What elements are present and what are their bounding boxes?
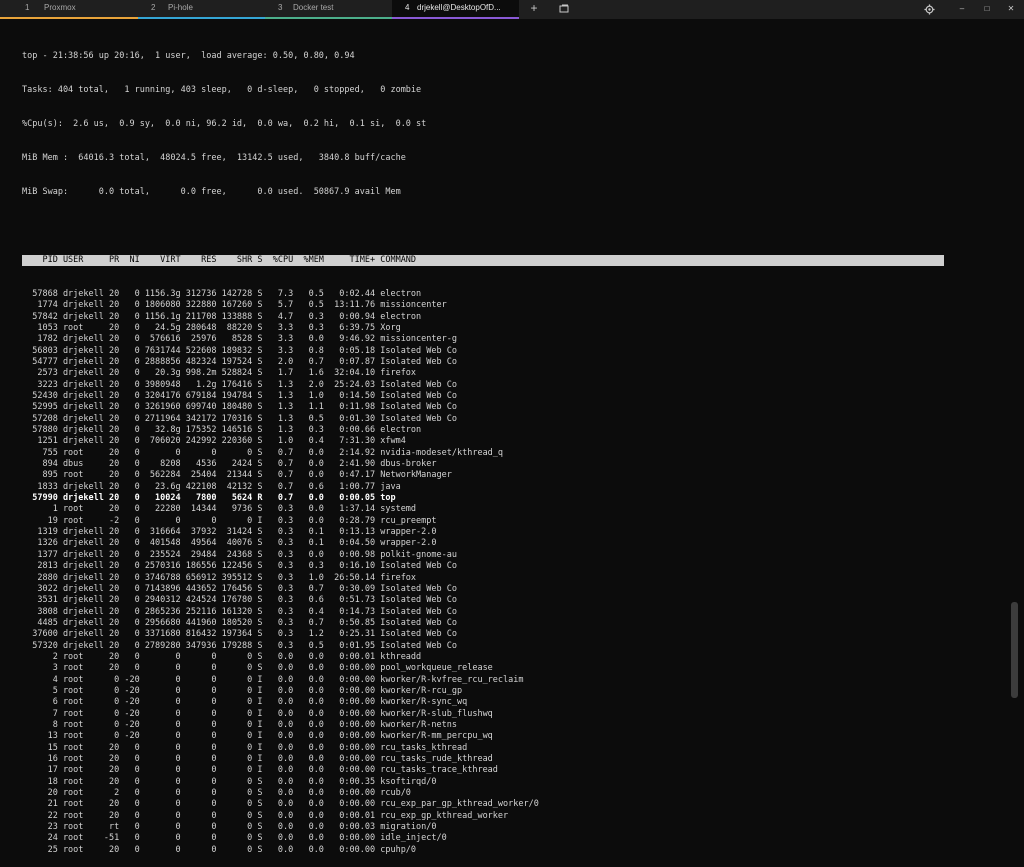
table-row: 3531 drjekell 20 0 2940312 424524 176780… — [22, 595, 457, 606]
table-row: 57208 drjekell 20 0 2711964 342172 17031… — [22, 413, 457, 424]
menu-icon — [559, 4, 569, 13]
maximize-button[interactable]: □ — [977, 0, 997, 19]
table-row: 1 root 20 0 22280 14344 9736 S 0.3 0.0 1… — [22, 504, 417, 515]
table-row: 52430 drjekell 20 0 3204176 679184 19478… — [22, 391, 457, 401]
table-row: 4 root 0 -20 0 0 0 I 0.0 0.0 0:00.00 kwo… — [22, 674, 524, 685]
tab-number: 1 — [25, 3, 30, 12]
tab-title: drjekell@DesktopOfD... — [417, 3, 501, 12]
tab-proxmox[interactable]: 1 Proxmox — [0, 0, 138, 19]
tab-color-bar — [392, 17, 519, 19]
tab-desktop-session[interactable]: 4 drjekell@DesktopOfD... — [392, 0, 519, 19]
table-row: 22 root 20 0 0 0 0 S 0.0 0.0 0:00.01 rcu… — [22, 810, 509, 821]
table-row: 2 root 20 0 0 0 0 S 0.0 0.0 0:00.01 kthr… — [22, 651, 422, 662]
table-row: 1377 drjekell 20 0 235524 29484 24368 S … — [22, 549, 457, 560]
maximize-icon: □ — [984, 4, 990, 13]
table-row: 7 root 0 -20 0 0 0 I 0.0 0.0 0:00.00 kwo… — [22, 708, 493, 719]
table-row: 19 root -2 0 0 0 0 I 0.3 0.0 0:28.79 rcu… — [22, 515, 437, 526]
tab-title: Proxmox — [44, 3, 76, 12]
tab-color-bar — [0, 17, 138, 19]
close-button[interactable]: ✕ — [1001, 0, 1021, 19]
table-row: 20 root 2 0 0 0 0 S 0.0 0.0 0:00.00 rcub… — [22, 788, 411, 799]
tab-number: 4 — [405, 3, 410, 12]
table-row: 54777 drjekell 20 0 2888856 482324 19752… — [22, 356, 457, 367]
tab-pihole[interactable]: 2 Pi-hole — [138, 0, 265, 19]
tab-number: 2 — [151, 3, 156, 12]
table-row: 57320 drjekell 20 0 2789280 347936 17928… — [22, 640, 457, 651]
table-row: 25 root 20 0 0 0 0 S 0.0 0.0 0:00.00 cpu… — [22, 844, 417, 855]
table-row: 56803 drjekell 20 0 7631744 522608 18983… — [22, 345, 457, 356]
table-row: 1319 drjekell 20 0 316664 37932 31424 S … — [22, 527, 437, 538]
table-row: 3 root 20 0 0 0 0 S 0.0 0.0 0:00.00 pool… — [22, 663, 493, 674]
uptime-line: top - 21:38:56 up 20:16, 1 user, load av… — [22, 50, 355, 61]
table-row: 8 root 0 -20 0 0 0 I 0.0 0.0 0:00.00 kwo… — [22, 719, 457, 730]
table-row: 17 root 20 0 0 0 0 I 0.0 0.0 0:00.00 rcu… — [22, 765, 498, 776]
table-row: 2573 drjekell 20 0 20.3g 998.2m 528824 S… — [22, 368, 417, 379]
tab-color-bar — [138, 17, 265, 19]
table-row: 57990 drjekell 20 0 10024 7800 5624 R 0.… — [22, 493, 396, 504]
table-row: 1326 drjekell 20 0 401548 49564 40076 S … — [22, 538, 437, 549]
table-row: 3808 drjekell 20 0 2865236 252116 161320… — [22, 606, 457, 617]
table-row: 3223 drjekell 20 0 3980948 1.2g 176416 S… — [22, 379, 457, 390]
table-row: 16 root 20 0 0 0 0 I 0.0 0.0 0:00.00 rcu… — [22, 754, 493, 764]
table-row: 57880 drjekell 20 0 32.8g 175352 146516 … — [22, 425, 422, 436]
table-row: 57868 drjekell 20 0 1156.3g 312736 14272… — [22, 288, 422, 299]
process-table-header: PID USER PR NI VIRT RES SHR S %CPU %MEM … — [22, 254, 944, 267]
table-row: 18 root 20 0 0 0 0 S 0.0 0.0 0:00.35 kso… — [22, 776, 437, 787]
table-row: 52995 drjekell 20 0 3261960 699740 18048… — [22, 402, 457, 413]
process-table: 57868 drjekell 20 0 1156.3g 312736 14272… — [22, 289, 944, 856]
table-row: 24 root -51 0 0 0 0 S 0.0 0.0 0:00.00 id… — [22, 833, 447, 844]
table-row: 57842 drjekell 20 0 1156.1g 211708 13388… — [22, 311, 422, 322]
tab-color-bar — [265, 17, 392, 19]
tab-title: Docker test — [293, 3, 334, 12]
table-row: 5 root 0 -20 0 0 0 I 0.0 0.0 0:00.00 kwo… — [22, 685, 463, 696]
terminal-output[interactable]: top - 21:38:56 up 20:16, 1 user, load av… — [22, 28, 944, 867]
cpu-line: %Cpu(s): 2.6 us, 0.9 sy, 0.0 ni, 96.2 id… — [22, 118, 427, 129]
table-row: 37600 drjekell 20 0 3371680 816432 19736… — [22, 629, 457, 640]
table-row: 2813 drjekell 20 0 2570316 186556 122456… — [22, 561, 457, 572]
table-row: 1053 root 20 0 24.5g 280648 88220 S 3.3 … — [22, 322, 401, 333]
table-row: 15 root 20 0 0 0 0 I 0.0 0.0 0:00.00 rcu… — [22, 742, 468, 753]
table-row: 6 root 0 -20 0 0 0 I 0.0 0.0 0:00.00 kwo… — [22, 697, 468, 708]
table-row: 894 dbus 20 0 8208 4536 2424 S 0.7 0.0 2… — [22, 459, 437, 470]
new-tab-button[interactable]: + — [526, 0, 542, 19]
table-row: 1833 drjekell 20 0 23.6g 422108 42132 S … — [22, 481, 401, 492]
table-row: 1774 drjekell 20 0 1806080 322880 167260… — [22, 300, 447, 311]
tasks-line: Tasks: 404 total, 1 running, 403 sleep, … — [22, 84, 422, 95]
table-row: 13 root 0 -20 0 0 0 I 0.0 0.0 0:00.00 kw… — [22, 731, 493, 742]
tab-docker-test[interactable]: 3 Docker test — [265, 0, 392, 19]
scrollbar-thumb[interactable] — [1011, 602, 1018, 698]
table-row: 1782 drjekell 20 0 576616 25976 8528 S 3… — [22, 334, 457, 345]
table-row: 3022 drjekell 20 0 7143896 443652 176456… — [22, 583, 457, 594]
gear-icon — [923, 4, 935, 15]
tab-bar: 1 Proxmox 2 Pi-hole 3 Docker test 4 drje… — [0, 0, 1024, 19]
minimize-icon: – — [959, 4, 965, 13]
tab-menu-button[interactable] — [556, 0, 572, 19]
table-row: 21 root 20 0 0 0 0 S 0.0 0.0 0:00.00 rcu… — [22, 799, 539, 810]
table-row: 1251 drjekell 20 0 706020 242992 220360 … — [22, 436, 406, 447]
settings-button[interactable] — [920, 0, 938, 19]
close-icon: ✕ — [1007, 4, 1015, 13]
minimize-button[interactable]: – — [952, 0, 972, 19]
plus-icon: + — [530, 1, 538, 15]
table-row: 4485 drjekell 20 0 2956680 441960 180520… — [22, 617, 457, 628]
table-row: 895 root 20 0 562284 25404 21344 S 0.7 0… — [22, 470, 452, 481]
tab-title: Pi-hole — [168, 3, 193, 12]
table-row: 23 root rt 0 0 0 0 S 0.0 0.0 0:00.03 mig… — [22, 822, 437, 833]
table-row: 2880 drjekell 20 0 3746788 656912 395512… — [22, 572, 417, 583]
swap-line: MiB Swap: 0.0 total, 0.0 free, 0.0 used.… — [22, 186, 401, 197]
tab-number: 3 — [278, 3, 283, 12]
table-row: 755 root 20 0 0 0 0 S 0.7 0.0 2:14.92 nv… — [22, 447, 504, 458]
memory-line: MiB Mem : 64016.3 total, 48024.5 free, 1… — [22, 152, 406, 163]
